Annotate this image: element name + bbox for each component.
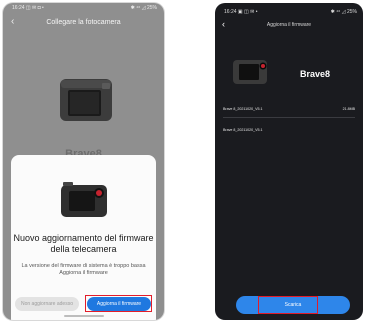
firmware-version: Brave 8_20211020_V5.1 xyxy=(223,107,263,111)
camera-image xyxy=(233,60,267,84)
divider xyxy=(223,117,355,118)
page-title: Collegare la fotocamera xyxy=(46,19,121,26)
highlight-box xyxy=(85,295,152,312)
status-indicators: ✱ ⁴⁶ ◿ 25% xyxy=(130,5,157,11)
status-indicators: ✱ ⁴⁶ ◿ 25% xyxy=(330,9,357,15)
dialog-heading: Nuovo aggiornamento del firmware della t… xyxy=(13,233,154,254)
status-time: 16:24 ▣ ◫ ✉ • xyxy=(224,9,258,15)
gesture-bar xyxy=(63,315,104,317)
current-firmware-row: Brave 8_20211020_V5.1 21.8MB xyxy=(223,107,355,115)
firmware-size: 21.8MB xyxy=(342,107,355,111)
camera-image xyxy=(60,79,112,121)
page-title: Aggiorna il firmware xyxy=(266,22,312,28)
camera-model-name: Brave8 xyxy=(300,69,331,79)
status-bar: 16:24 ◫ ✉ ◘ • ✱ ⁴⁶ ◿ 25% xyxy=(3,3,164,13)
left-phone-screen: 16:24 ◫ ✉ ◘ • ✱ ⁴⁶ ◿ 25% ‹ Collegare la … xyxy=(3,3,164,320)
update-dialog: Nuovo aggiornamento del firmware della t… xyxy=(11,155,156,320)
dialog-message: La versione del firmware di sistema è tr… xyxy=(21,263,146,276)
camera-image xyxy=(61,182,107,217)
status-time: 16:24 ◫ ✉ ◘ • xyxy=(12,5,44,11)
highlight-box xyxy=(258,296,318,314)
not-now-button[interactable]: Non aggiornare adesso xyxy=(15,297,79,311)
status-bar: 16:24 ▣ ◫ ✉ • ✱ ⁴⁶ ◿ 25% xyxy=(215,3,363,15)
right-phone-screen: 16:24 ▣ ◫ ✉ • ✱ ⁴⁶ ◿ 25% ‹ Aggiorna il f… xyxy=(215,3,363,320)
new-firmware-version: Brave 8_20211020_V5.1 xyxy=(223,128,263,132)
